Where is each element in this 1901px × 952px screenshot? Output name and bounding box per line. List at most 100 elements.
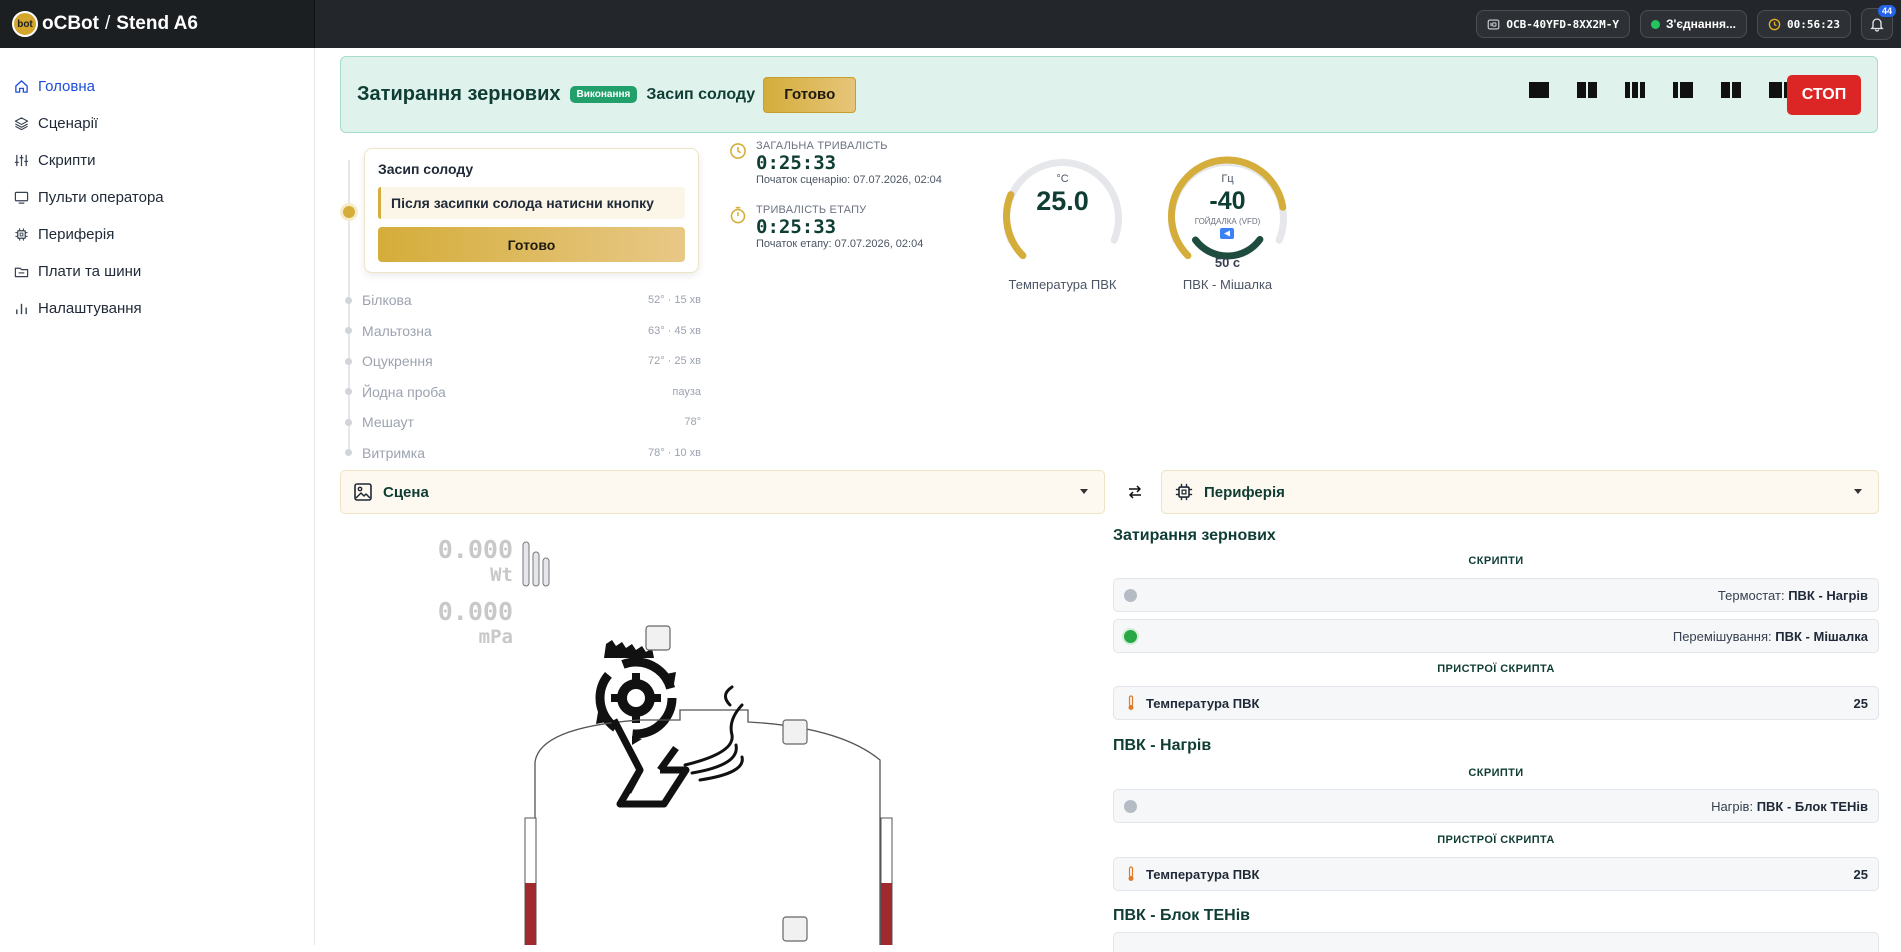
brand-name: oCBot <box>42 13 99 34</box>
total-duration: ЗАГАЛЬНА ТРИВАЛІСТЬ 0:25:33 Початок сцен… <box>729 140 969 186</box>
notifications-button[interactable]: 44 <box>1861 5 1896 40</box>
periphery-panel-selector[interactable]: Периферія <box>1161 470 1879 514</box>
brand[interactable]: bot oCBot / Stend A6 <box>0 0 315 48</box>
list-item: Мешаут 78° <box>343 407 701 438</box>
list-item: Білкова 52° · 15 хв <box>343 285 701 316</box>
layout-wide-left-icon[interactable] <box>1673 82 1693 98</box>
logo-icon: bot <box>12 11 38 37</box>
connection-status: З'єднання... <box>1665 17 1737 31</box>
device-row[interactable]: Температура ПВК 25 <box>1113 857 1879 891</box>
bars-icon <box>16 303 27 315</box>
motor-checkbox <box>645 625 671 651</box>
bell-icon <box>1870 18 1884 32</box>
section-title: Затирання зернових <box>1113 527 1276 544</box>
connection-status-icon <box>1650 19 1660 29</box>
layout-wide-right-icon[interactable] <box>1769 82 1789 98</box>
home-icon <box>15 80 28 93</box>
device-name: Температура ПВК <box>1146 866 1260 882</box>
step-card-message: Після засипки солода натисни кнопку <box>378 187 685 219</box>
mixer-value: -40 <box>1209 187 1245 215</box>
temp-caption: Температура ПВК <box>1008 277 1117 292</box>
script-status-icon <box>1124 799 1137 813</box>
layout-split-icon[interactable] <box>1721 82 1741 98</box>
timer-pill[interactable]: 00:56:23 <box>1757 10 1851 38</box>
mixer-timer: 50 с <box>1215 255 1240 270</box>
mixer-gauge[interactable]: Гц -40 ГОЙДАЛКА (VFD) 50 с ПВК - Мішалка <box>1155 146 1300 292</box>
sidebar-item-settings[interactable]: Налаштування <box>0 290 314 327</box>
script-row[interactable]: Перемішування: ПВК - Мішалка <box>1113 619 1879 653</box>
layout-1-col-icon[interactable] <box>1529 82 1549 98</box>
list-item: Оцукрення 72° · 25 хв <box>343 346 701 377</box>
section-title: ПВК - Блок ТЕНів <box>1113 907 1250 924</box>
temp-value: 25.0 <box>1036 186 1089 216</box>
mixer-motor-icon <box>595 640 677 745</box>
list-item: Йодна проба пауза <box>343 377 701 408</box>
vessel-scene <box>524 625 893 945</box>
session-timer: 00:56:23 <box>1787 17 1840 31</box>
list-item: Мальтозна 63° · 45 хв <box>343 316 701 347</box>
layout-2-col-icon[interactable] <box>1577 82 1597 98</box>
script-row[interactable]: Нагрів: ПВК - Блок ТЕНів <box>1113 789 1879 823</box>
script-row[interactable]: Термостат: ПВК - Нагрів <box>1113 578 1879 612</box>
image-icon <box>354 483 372 501</box>
clock-icon <box>730 143 746 159</box>
scene-panel-selector[interactable]: Сцена <box>340 470 1105 514</box>
scenario-banner: Затирання зернових Виконання Засип солод… <box>340 56 1878 133</box>
chevron-down-icon <box>1854 489 1862 494</box>
timeline-active-dot <box>343 206 355 218</box>
device-id-pill[interactable]: OCB-40YFD-8XX2M-Y <box>1476 10 1630 38</box>
step-ready-button[interactable]: Готово <box>378 227 685 262</box>
device-row[interactable]: Температура ПВК 25 <box>1113 686 1879 720</box>
monitor-icon <box>14 191 29 204</box>
status-badge: Виконання <box>569 86 638 103</box>
signal-bars-icon <box>522 541 550 587</box>
sidebar-item-boards[interactable]: Плати та шини <box>0 253 314 290</box>
temperature-gauge[interactable]: °C 25.0 Температура ПВК <box>990 146 1135 292</box>
device-name: Температура ПВК <box>1146 695 1260 711</box>
swap-panels-icon[interactable] <box>1127 484 1143 500</box>
notification-count: 44 <box>1877 5 1896 17</box>
active-step-card: Засип солоду Після засипки солода натисн… <box>364 148 699 273</box>
layers-icon <box>14 117 29 131</box>
id-card-icon <box>1488 18 1500 30</box>
scene-panel-label: Сцена <box>383 483 429 501</box>
stage-duration: ТРИВАЛІСТЬ ЕТАПУ 0:25:33 Початок етапу: … <box>729 204 969 250</box>
power-value: 0.000 <box>437 535 513 564</box>
sidebar: Головна Сценарії Скрипти Пульти оператор… <box>0 48 315 945</box>
connection-pill[interactable]: З'єднання... <box>1639 10 1748 38</box>
scripts-heading: СКРИПТИ <box>1468 767 1524 779</box>
sidebar-item-scenarios[interactable]: Сценарії <box>0 105 314 142</box>
top-bar: bot oCBot / Stend A6 OCB-40YFD-8XX2M-Y З… <box>0 0 1901 48</box>
sidebar-item-scripts[interactable]: Скрипти <box>0 142 314 179</box>
mixer-unit: Гц <box>1221 173 1234 185</box>
thermometer-icon <box>1128 866 1134 881</box>
stand-name: Stend A6 <box>116 13 198 34</box>
clock-icon <box>1768 18 1781 30</box>
stopwatch-icon <box>730 206 746 224</box>
devices-heading: ПРИСТРОЇ СКРИПТА <box>1437 663 1555 675</box>
pressure-value: 0.000 <box>437 597 513 626</box>
step-card-title: Засип солоду <box>378 161 474 177</box>
device-id: OCB-40YFD-8XX2M-Y <box>1506 17 1619 31</box>
layout-switcher <box>1529 82 1789 98</box>
sidebar-item-home[interactable]: Головна <box>0 68 314 105</box>
device-value: 25 <box>1853 866 1868 882</box>
level-checkbox <box>782 916 808 942</box>
mixer-mode: ГОЙДАЛКА (VFD) <box>1195 217 1261 226</box>
list-item: Витримка 78° · 10 хв <box>343 438 701 469</box>
script-row[interactable] <box>1113 932 1879 952</box>
stop-button[interactable]: СТОП <box>1787 75 1861 115</box>
script-status-icon <box>1124 588 1137 602</box>
chevron-down-icon <box>1080 489 1088 494</box>
port-checkbox <box>782 719 808 745</box>
brand-separator: / <box>104 13 111 34</box>
periphery-panel-label: Периферія <box>1204 483 1285 501</box>
sidebar-item-periphery[interactable]: Периферія <box>0 216 314 253</box>
board-icon <box>14 267 29 278</box>
devices-heading: ПРИСТРОЇ СКРИПТА <box>1437 834 1555 846</box>
ready-button[interactable]: Готово <box>763 76 857 113</box>
layout-3-col-icon[interactable] <box>1625 82 1645 98</box>
sidebar-item-operator-panels[interactable]: Пульти оператора <box>0 179 314 216</box>
script-status-icon <box>1124 629 1137 643</box>
scripts-heading: СКРИПТИ <box>1468 555 1524 567</box>
